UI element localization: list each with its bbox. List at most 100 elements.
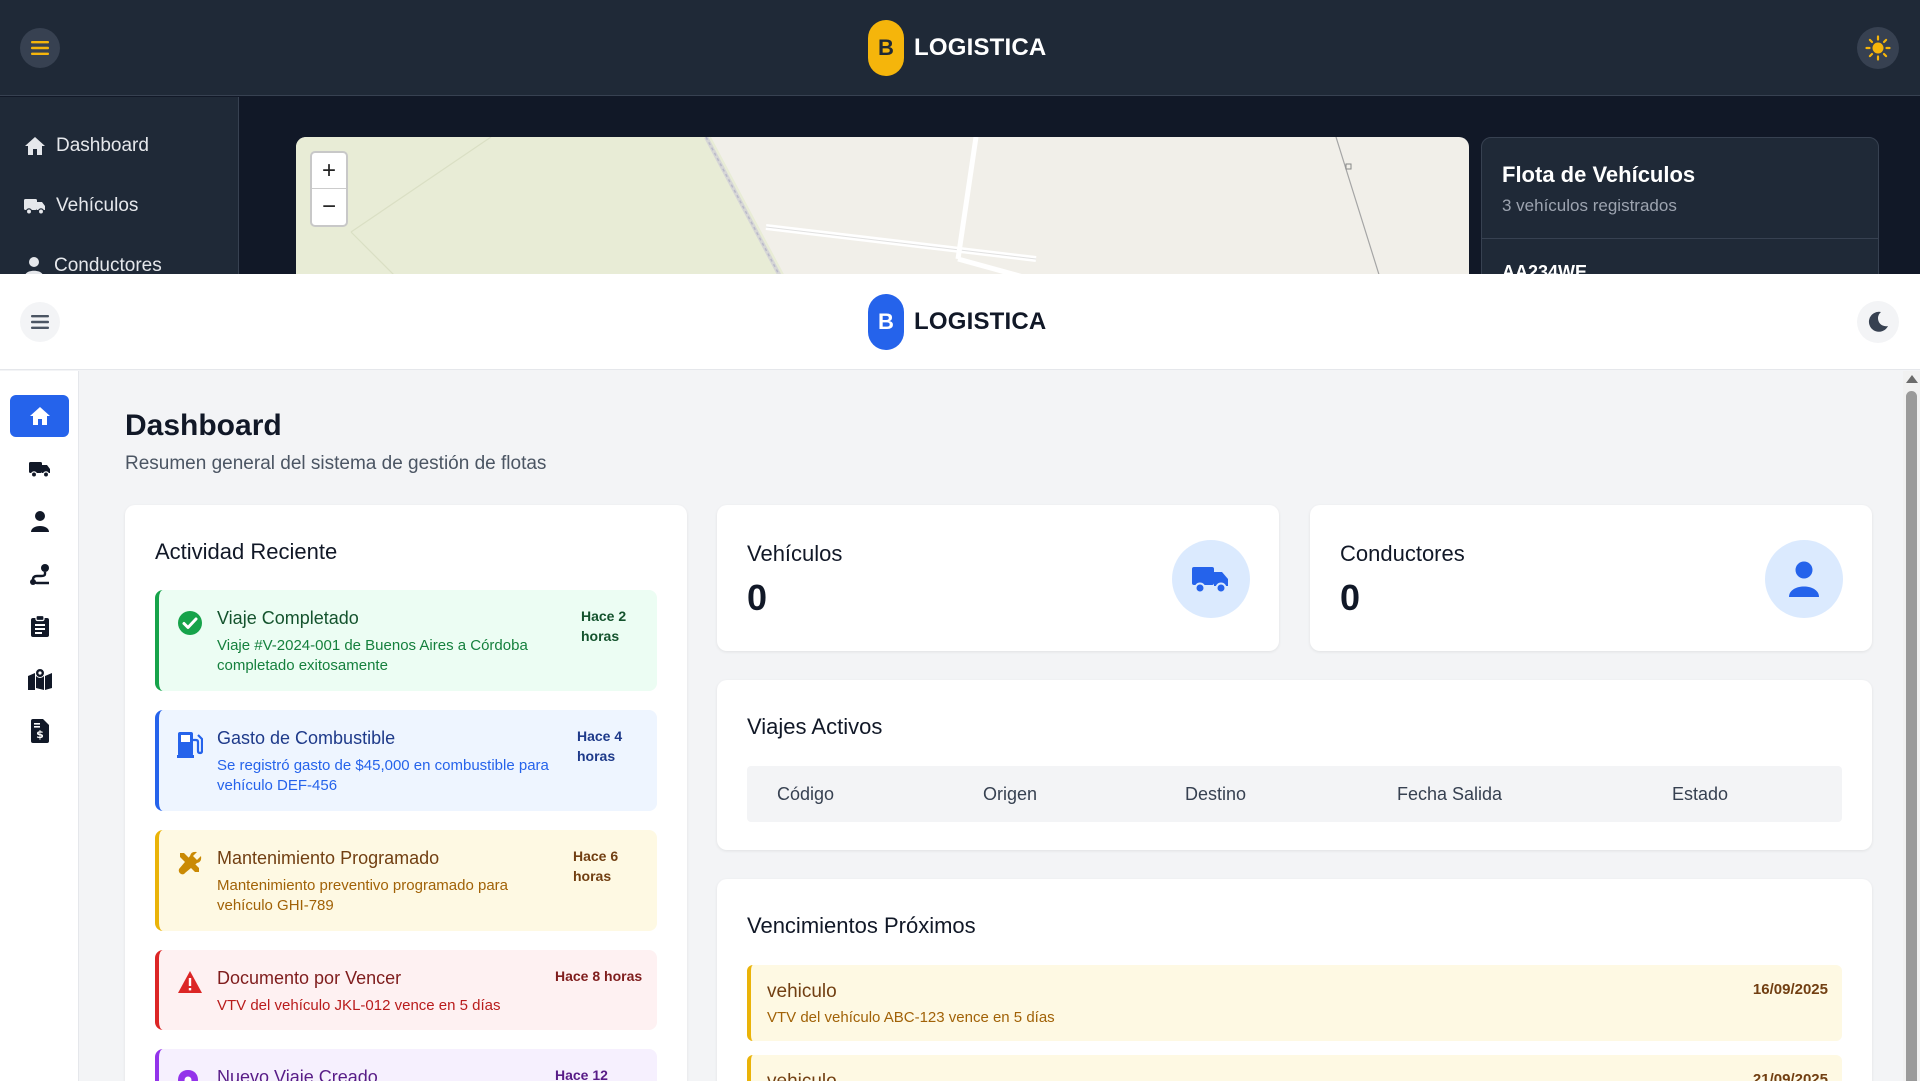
activity-title: Documento por Vencer [217,968,402,988]
zoom-out-button[interactable]: − [312,189,346,225]
sidebar: $ [0,371,79,1081]
activity-item[interactable]: Documento por Vencer VTV del vehículo JK… [155,950,657,1030]
header: B LOGISTICA [0,274,1920,370]
activity-title: Mantenimiento Programado [217,848,440,868]
map-tiles [296,137,1380,274]
dark-theme-view: B LOGISTICA Dashboard Vehículos Conducto… [0,0,1920,274]
hamburger-icon [31,315,49,329]
stat-label: Conductores [1340,541,1465,566]
route-icon [29,564,49,585]
stat-icon-circle [1765,540,1843,618]
dark-brand[interactable]: B LOGISTICA [868,20,1046,76]
trips-table-header: Código Origen Destino Fecha Salida Estad… [747,766,1842,822]
column-header[interactable]: Destino [1185,784,1246,805]
fleet-map[interactable]: + − [296,137,1469,274]
menu-button[interactable] [20,302,60,342]
dark-menu-button[interactable] [20,28,60,68]
theme-toggle[interactable] [1857,301,1899,343]
sidebar-item-records[interactable] [10,605,69,647]
sidebar-item-vehicles[interactable] [10,448,69,490]
activity-title: Nuevo Viaje Creado [217,1067,378,1081]
expiration-type: vehiculo [767,981,837,1002]
activity-title: Viaje Completado [217,608,359,628]
fleet-panel: Flota de Vehículos 3 vehículos registrad… [1481,137,1879,274]
truck-icon [24,199,45,215]
sidebar-item-label: Vehículos [56,195,139,216]
drivers-stat-card[interactable]: Conductores 0 [1310,505,1872,651]
page-title: Dashboard [125,409,282,442]
divider [1482,238,1878,239]
user-icon [25,257,43,274]
map-pin-icon [178,1070,198,1081]
sidebar-item-invoices[interactable]: $ [10,710,69,752]
user-icon [1789,561,1819,597]
sidebar-item-label: Conductores [54,255,162,274]
activity-time: Hace 8 horas [555,968,643,984]
expiration-item[interactable]: vehiculo 21/09/2025 [747,1055,1842,1081]
brand-logo: B [868,294,904,350]
card-title: Viajes Activos [747,714,883,739]
stat-value: 0 [1340,577,1361,618]
dark-sidebar: Dashboard Vehículos Conductores [0,97,239,274]
activity-description: VTV del vehículo JKL-012 vence en 5 días [217,997,501,1014]
expiration-item[interactable]: vehiculo VTV del vehículo ABC-123 vence … [747,965,1842,1041]
vehicles-stat-card[interactable]: Vehículos 0 [717,505,1279,651]
fleet-title: Flota de Vehículos [1502,162,1696,187]
sidebar-item-drivers[interactable]: Conductores [24,251,162,274]
stat-value: 0 [747,577,768,618]
map-icon [27,668,52,690]
stat-icon-circle [1172,540,1250,618]
activity-item[interactable]: Gasto de Combustible Se registró gasto d… [155,710,657,811]
sidebar-item-dashboard[interactable] [10,395,69,437]
activity-time: Hace 12 [555,1067,608,1081]
page-scrollbar[interactable] [1903,371,1920,1081]
column-header[interactable]: Fecha Salida [1397,784,1502,805]
column-header[interactable]: Estado [1672,784,1728,805]
sidebar-item-drivers[interactable] [10,500,69,542]
sun-icon [1865,35,1891,61]
clipboard-icon [30,615,49,637]
truck-icon [28,462,50,478]
check-circle-icon [178,611,202,635]
sidebar-item-map[interactable] [10,658,69,700]
dark-theme-toggle[interactable] [1857,27,1899,69]
column-header[interactable]: Código [777,784,834,805]
activity-description: Se registró gasto de $45,000 en combusti… [217,757,549,794]
activity-item[interactable]: Mantenimiento Programado Mantenimiento p… [155,830,657,931]
activity-description: Viaje #V-2024-001 de Buenos Aires a Córd… [217,637,528,674]
expiration-date: 16/09/2025 [1752,981,1828,998]
zoom-in-button[interactable]: + [312,153,346,189]
activity-time: Hace 4 horas [577,728,623,764]
brand-name: LOGISTICA [914,34,1047,61]
moon-icon [1868,311,1888,332]
brand[interactable]: B LOGISTICA [868,294,1046,350]
hamburger-icon [31,41,49,55]
sidebar-item-trips[interactable] [10,553,69,595]
truck-icon [1192,567,1228,594]
scroll-up-arrow-icon[interactable] [1906,375,1918,383]
home-icon [25,137,45,155]
upcoming-expirations-card: Vencimientos Próximos vehiculo VTV del v… [717,879,1872,1081]
home-icon [29,407,50,425]
svg-text:$: $ [36,728,44,741]
activity-item[interactable]: Nuevo Viaje Creado Hace 12 [155,1049,657,1081]
active-trips-card: Viajes Activos Código Origen Destino Fec… [717,680,1872,850]
gas-pump-icon [177,732,203,758]
recent-activity-card: Actividad Reciente Viaje Completado Viaj… [125,505,687,1081]
invoice-icon: $ [30,719,49,743]
light-theme-view: B LOGISTICA $ Dashboard Resumen general … [0,274,1920,1081]
column-header[interactable]: Origen [983,784,1037,805]
expiration-type: vehiculo [767,1071,837,1081]
user-icon [30,511,49,532]
brand-name: LOGISTICA [914,308,1047,335]
expiration-date: 21/09/2025 [1752,1071,1828,1081]
brand-logo: B [868,20,904,76]
scroll-thumb[interactable] [1906,391,1917,1081]
tools-icon [178,851,202,875]
sidebar-item-dashboard[interactable]: Dashboard [24,131,149,161]
activity-title: Gasto de Combustible [217,728,396,748]
card-title: Vencimientos Próximos [747,913,976,938]
sidebar-item-vehicles[interactable]: Vehículos [24,191,138,221]
activity-item[interactable]: Viaje Completado Viaje #V-2024-001 de Bu… [155,590,657,691]
fleet-vehicle-plate[interactable]: AA234WE [1502,262,1587,274]
